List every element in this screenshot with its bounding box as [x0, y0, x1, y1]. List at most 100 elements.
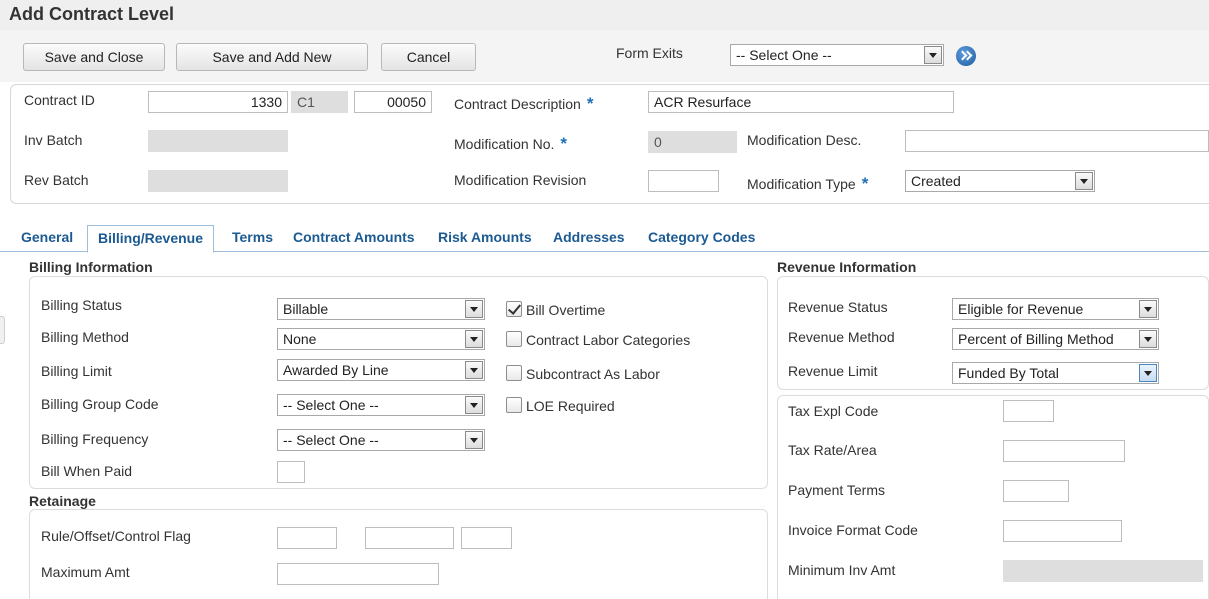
modification-desc-label: Modification Desc.: [747, 132, 862, 148]
modification-revision-label: Modification Revision: [454, 172, 587, 188]
chevron-down-icon: [465, 361, 483, 379]
inv-batch-label: Inv Batch: [24, 132, 83, 148]
billing-limit-select[interactable]: Awarded By Line: [277, 359, 485, 381]
modification-type-select[interactable]: Created: [905, 170, 1095, 192]
tab-addresses[interactable]: Addresses: [553, 229, 625, 245]
loe-required-label: LOE Required: [526, 398, 615, 414]
revenue-method-label: Revenue Method: [788, 329, 895, 345]
minimum-inv-amt-field: [1003, 560, 1203, 582]
billing-method-label: Billing Method: [41, 329, 129, 345]
title-bar: Add Contract Level: [0, 0, 1209, 30]
billing-method-value: None: [283, 331, 317, 347]
chevron-down-icon: [465, 396, 483, 414]
rule-offset-control-flag-label: Rule/Offset/Control Flag: [41, 528, 191, 544]
page-title: Add Contract Level: [9, 4, 175, 24]
form-exits-label: Form Exits: [616, 45, 683, 61]
bill-when-paid-input[interactable]: [277, 461, 305, 483]
contract-labor-categories-label: Contract Labor Categories: [526, 332, 691, 348]
payment-terms-label: Payment Terms: [788, 482, 885, 498]
payment-terms-input[interactable]: [1003, 480, 1069, 502]
maximum-amt-label: Maximum Amt: [41, 564, 130, 580]
billing-frequency-select[interactable]: -- Select One --: [277, 429, 485, 451]
billing-limit-label: Billing Limit: [41, 363, 112, 379]
required-icon: *: [861, 174, 869, 193]
save-and-close-button[interactable]: Save and Close: [23, 43, 165, 71]
billing-status-label: Billing Status: [41, 297, 122, 313]
side-panel-handle[interactable]: [0, 316, 5, 344]
rev-batch-label: Rev Batch: [24, 172, 89, 188]
form-exits-select[interactable]: -- Select One --: [730, 44, 944, 66]
billing-group-code-select[interactable]: -- Select One --: [277, 394, 485, 416]
chevron-down-icon: [1139, 330, 1157, 348]
contract-description-label: Contract Description *: [454, 94, 594, 113]
cancel-button[interactable]: Cancel: [381, 43, 476, 71]
tab-category-codes[interactable]: Category Codes: [648, 229, 755, 245]
chevron-down-icon: [1139, 300, 1157, 318]
tab-terms[interactable]: Terms: [232, 229, 273, 245]
chevron-down-icon: [465, 300, 483, 318]
tab-bar: General Billing/Revenue Terms Contract A…: [0, 222, 1209, 253]
modification-no-label: Modification No. *: [454, 134, 568, 153]
billing-frequency-value: -- Select One --: [283, 432, 379, 448]
contract-id-company-field: C1: [291, 91, 348, 113]
billing-information-title: Billing Information: [29, 259, 153, 275]
tab-general[interactable]: General: [21, 229, 73, 245]
revenue-method-select[interactable]: Percent of Billing Method: [952, 328, 1159, 350]
contract-description-input[interactable]: ACR Resurface: [648, 91, 954, 113]
contract-id-line-input[interactable]: 00050: [354, 91, 432, 113]
chevron-down-icon: [465, 431, 483, 449]
loe-required-checkbox[interactable]: [506, 397, 522, 413]
billing-group-code-value: -- Select One --: [283, 397, 379, 413]
bill-overtime-label: Bill Overtime: [526, 302, 606, 318]
tax-expl-code-input[interactable]: [1003, 400, 1054, 422]
billing-status-value: Billable: [283, 301, 329, 317]
billing-limit-value: Awarded By Line: [283, 362, 389, 378]
subcontract-as-labor-checkbox[interactable]: [506, 365, 522, 381]
revenue-information-title: Revenue Information: [777, 259, 917, 275]
revenue-method-value: Percent of Billing Method: [958, 331, 1114, 347]
chevron-down-icon: [1075, 172, 1093, 190]
tab-billing-revenue[interactable]: Billing/Revenue: [87, 225, 215, 253]
invoice-format-code-label: Invoice Format Code: [788, 522, 918, 538]
contract-labor-categories-checkbox[interactable]: [506, 331, 522, 347]
tab-contract-amounts[interactable]: Contract Amounts: [293, 229, 415, 245]
modification-desc-input[interactable]: [905, 130, 1209, 152]
tab-risk-amounts[interactable]: Risk Amounts: [438, 229, 532, 245]
modification-no-field: 0: [648, 131, 737, 153]
billing-method-select[interactable]: None: [277, 328, 485, 350]
rev-batch-field: [148, 170, 288, 192]
revenue-limit-select[interactable]: Funded By Total: [952, 362, 1159, 384]
revenue-limit-value: Funded By Total: [958, 365, 1059, 381]
bill-overtime-checkbox[interactable]: [506, 301, 522, 317]
minimum-inv-amt-label: Minimum Inv Amt: [788, 562, 896, 578]
tax-expl-code-label: Tax Expl Code: [788, 403, 879, 419]
billing-group-code-label: Billing Group Code: [41, 396, 159, 412]
maximum-amt-input[interactable]: [277, 563, 439, 585]
chevron-down-icon: [1139, 364, 1157, 382]
retainage-title: Retainage: [29, 493, 96, 509]
form-exits-value: -- Select One --: [736, 47, 832, 63]
tax-rate-area-label: Tax Rate/Area: [788, 442, 877, 458]
billing-status-select[interactable]: Billable: [277, 298, 485, 320]
go-forward-icon[interactable]: [956, 46, 976, 66]
retainage-group: [29, 509, 768, 599]
chevron-down-icon: [465, 330, 483, 348]
retainage-control-flag-input[interactable]: [461, 527, 512, 549]
revenue-status-select[interactable]: Eligible for Revenue: [952, 298, 1159, 320]
retainage-rule-input[interactable]: [277, 527, 337, 549]
required-icon: *: [560, 134, 568, 153]
revenue-status-value: Eligible for Revenue: [958, 301, 1084, 317]
invoice-format-code-input[interactable]: [1003, 520, 1122, 542]
contract-id-input[interactable]: 1330: [148, 91, 288, 113]
chevron-down-icon: [924, 46, 942, 64]
contract-id-label: Contract ID: [24, 92, 95, 108]
billing-frequency-label: Billing Frequency: [41, 431, 149, 447]
revenue-status-label: Revenue Status: [788, 299, 888, 315]
revenue-limit-label: Revenue Limit: [788, 363, 878, 379]
modification-revision-input[interactable]: [648, 170, 719, 192]
tax-rate-area-input[interactable]: [1003, 440, 1125, 462]
required-icon: *: [586, 94, 594, 113]
retainage-offset-input[interactable]: [365, 527, 454, 549]
inv-batch-field: [148, 130, 288, 152]
save-and-add-new-button[interactable]: Save and Add New: [176, 43, 368, 71]
